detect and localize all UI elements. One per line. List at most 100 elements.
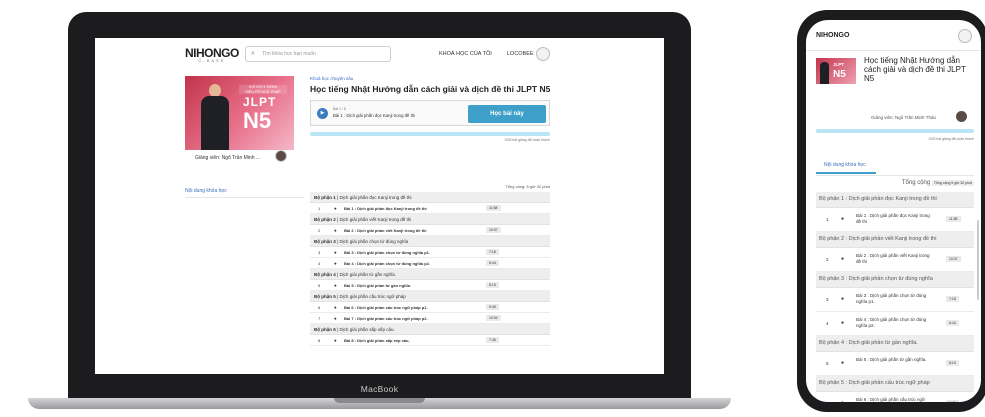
- user-avatar[interactable]: [536, 47, 550, 61]
- lesson-number: 1: [318, 206, 321, 211]
- curriculum-lesson-row[interactable]: 5 ● Bài 5 : Dịch giải phần từ gần nghĩa. 8:…: [310, 280, 550, 291]
- tab-course-content[interactable]: Nội dung khóa học: [185, 188, 305, 198]
- teacher-label: Giảng viên: Ngô Trần Minh ...: [195, 155, 261, 161]
- phone-banner-jlpt: JLPT: [833, 62, 845, 67]
- banner-level: N5: [243, 108, 272, 133]
- lesson-number: 7: [318, 316, 321, 321]
- phone-lesson-name: Bài 3 : Dịch giải phần chọn từ đúng nghĩ…: [856, 293, 927, 304]
- lesson-name: Bài 8 : Dịch giải phần sắp xếp câu.: [344, 338, 410, 343]
- instructor-figure: [199, 84, 231, 150]
- site-logo[interactable]: NIHONGO C-BASE: [185, 46, 239, 63]
- phone-curriculum-lesson-row[interactable]: 2 ● Bài 2 : Dịch giải phần viết Kanji tron…: [816, 248, 974, 272]
- lesson-name: Bài 5 : Dịch giải phần từ gần nghĩa.: [344, 283, 411, 288]
- curriculum-section[interactable]: Bộ phận 5 | Dịch giải phần cấu trúc ngữ …: [310, 291, 550, 302]
- search-icon: ⌕: [251, 50, 255, 57]
- phone-header-divider: [806, 50, 981, 51]
- lesson-number: 6: [318, 305, 321, 310]
- phone-total-duration: Tổng cộng Tổng cộng 5 giờ 32 phút: [816, 180, 974, 186]
- curriculum-lesson-row[interactable]: 1 ● Bài 1 : Dịch giải phần đọc Kanji trong…: [310, 203, 550, 214]
- phone-lesson-status-icon: ●: [841, 296, 845, 302]
- phone-total-label: Tổng cộng: [901, 180, 931, 186]
- phone-course-title: Học tiếng Nhật Hướng dẫn cách giải và dị…: [864, 56, 966, 83]
- banner-jlpt: JLPT: [243, 95, 277, 109]
- lesson-number: 3: [318, 250, 321, 255]
- curriculum-lesson-row[interactable]: 4 ● Bài 4 : Dịch giải phần chọn từ đúng ng…: [310, 258, 550, 269]
- lesson-duration: 7:46: [486, 337, 499, 343]
- curriculum-section[interactable]: Bộ phận 4 | Dịch giải phần từ gần nghĩa.: [310, 269, 550, 280]
- lesson-name: Bài 6 : Dịch giải phần cấu trúc ngữ pháp…: [344, 305, 428, 310]
- phone-curriculum-section[interactable]: Bộ phận 5 : Dịch giải phần cấu trúc ngữ …: [816, 376, 974, 392]
- curriculum-lesson-row[interactable]: 6 ● Bài 6 : Dịch giải phần cấu trúc ngữ ph…: [310, 302, 550, 313]
- phone-lesson-duration: 7:18: [946, 296, 959, 302]
- phone-course-banner: JLPT N5: [816, 58, 856, 84]
- phone-curriculum-lesson-row[interactable]: 5 ● Bài 5 : Dịch giải phần từ gần nghĩa. 8:…: [816, 352, 974, 376]
- my-courses-link[interactable]: KHOÁ HỌC CỦA TÔI: [439, 51, 492, 57]
- phone-curriculum-section[interactable]: Bộ phận 1 : Dịch giải phần đọc Kanji tro…: [816, 192, 974, 208]
- curriculum-section[interactable]: Bộ phận 3 | Dịch giải phần chọn từ đúng …: [310, 236, 550, 247]
- curriculum-lesson-row[interactable]: 3 ● Bài 3 : Dịch giải phần chọn từ đúng ng…: [310, 247, 550, 258]
- lesson-number: 8: [318, 338, 321, 343]
- phone-curriculum-section[interactable]: Bộ phận 2 : Dịch giải phần viết Kanji tr…: [816, 232, 974, 248]
- phone-lesson-duration: 9:45: [946, 400, 959, 402]
- lesson-status-icon: ●: [334, 228, 337, 233]
- lesson-status-icon: ●: [334, 206, 337, 211]
- course-category[interactable]: Khoá học chuyên sâu: [310, 76, 353, 81]
- phone-curriculum-lesson-row[interactable]: 4 ● Bài 4 : Dịch giải phần chọn từ đúng ng…: [816, 312, 974, 336]
- lesson-name: Bài 4 : Dịch giải phần chọn từ đúng nghĩ…: [344, 261, 431, 266]
- lesson-number: 5: [318, 283, 321, 288]
- curriculum-section[interactable]: Bộ phận 2 | Dịch giải phần viết Kanji tr…: [310, 214, 550, 225]
- curriculum-lesson-row[interactable]: 2 ● Bài 2 : Dịch giải phần viết Kanji tron…: [310, 225, 550, 236]
- phone-lesson-duration: 10:37: [946, 256, 961, 262]
- phone-curriculum-lesson-row[interactable]: 6 ● Bài 6 : Dịch giải phần cấu trúc ngữ ph…: [816, 392, 974, 402]
- search-input[interactable]: ⌕ Tìm khóa học bạn muốn: [245, 46, 391, 62]
- phone-lesson-duration: 6:44: [946, 320, 959, 326]
- lesson-name: Bài 2 : Dịch giải phần viết Kanji trong …: [344, 228, 427, 233]
- phone-lesson-status-icon: ●: [841, 320, 845, 326]
- lesson-duration: 7:18: [486, 249, 499, 255]
- phone-curriculum-section[interactable]: Bộ phận 3 : Dịch giải phần chọn từ đúng …: [816, 272, 974, 288]
- current-lesson-name: Bài 1 : Dịch giải phần đọc Kanji trong đ…: [333, 113, 416, 118]
- phone-lesson-status-icon: ●: [841, 256, 845, 262]
- phone-curriculum-lesson-row[interactable]: 1 ● Bài 1 : Dịch giải phần đọc Kanji trong…: [816, 208, 974, 232]
- lesson-name: Bài 1 : Dịch giải phần đọc Kanji trong đ…: [344, 206, 427, 211]
- phone-lesson-name: Bài 1 : Dịch giải phần đọc Kanji trong đ…: [856, 213, 930, 224]
- phone-progress-bar: [816, 129, 974, 133]
- lesson-duration: 11:58: [486, 205, 501, 211]
- play-icon[interactable]: ▶: [317, 108, 328, 119]
- learn-lesson-button[interactable]: Học bài này: [468, 105, 546, 123]
- phone-tab-divider: [816, 175, 974, 176]
- curriculum-section[interactable]: Bộ phận 1 | Dịch giải phần đọc Kanji tro…: [310, 192, 550, 203]
- lesson-name: Bài 3 : Dịch giải phần chọn từ đúng nghĩ…: [344, 250, 431, 255]
- phone-tab-course-content[interactable]: Nội dung khóa học: [816, 162, 876, 174]
- phone-teacher-label: Giảng viên: Ngô Trần Minh Thảo: [871, 115, 936, 120]
- user-name-link[interactable]: LOCOBEE: [507, 51, 534, 57]
- phone-scrollbar[interactable]: [977, 220, 979, 300]
- phone-total-value: Tổng cộng 5 giờ 32 phút: [931, 180, 974, 186]
- current-lesson-box: ▶ Bài 1 / 8 Bài 1 : Dịch giải phần đọc K…: [310, 100, 550, 126]
- phone-site-logo[interactable]: NIHONGO: [816, 32, 849, 39]
- phone-banner-level: N5: [833, 69, 846, 80]
- lesson-status-icon: ●: [334, 261, 337, 266]
- curriculum-section[interactable]: Bộ phận 6 | Dịch giải phần sắp xếp câu.: [310, 324, 550, 335]
- section-title: Bộ phận 3: [314, 239, 336, 244]
- laptop-screen: NIHONGO C-BASE ⌕ Tìm khóa học bạn muốn K…: [95, 38, 664, 374]
- course-progress-text: 0/25 bài giảng đã hoàn thành: [504, 138, 550, 142]
- phone-user-avatar[interactable]: [958, 29, 972, 43]
- lesson-duration: 9:45: [486, 304, 499, 310]
- section-title: Bộ phận 4: [314, 272, 336, 277]
- lesson-duration: 10:37: [486, 227, 501, 233]
- phone-curriculum-section[interactable]: Bộ phận 4 : Dịch giải phần từ gần nghĩa.: [816, 336, 974, 352]
- curriculum-lesson-row[interactable]: 7 ● Bài 7 : Dịch giải phần cấu trúc ngữ ph…: [310, 313, 550, 324]
- phone-curriculum-list: Bộ phận 1 : Dịch giải phần đọc Kanji tro…: [816, 192, 974, 402]
- phone-lesson-number: 6: [826, 401, 829, 402]
- course-title: Học tiếng Nhật Hướng dẫn cách giải và dị…: [310, 84, 551, 94]
- section-desc: Dịch giải phần sắp xếp câu.: [339, 327, 395, 332]
- section-desc: Dịch giải phần từ gần nghĩa.: [339, 272, 396, 277]
- teacher-avatar: [275, 150, 287, 162]
- curriculum-lesson-row[interactable]: 8 ● Bài 8 : Dịch giải phần sắp xếp câu. 7:4…: [310, 335, 550, 346]
- lesson-status-icon: ●: [334, 283, 337, 288]
- lesson-counter: Bài 1 / 8: [333, 107, 346, 111]
- phone-lesson-name: Bài 2 : Dịch giải phần viết Kanji trong …: [856, 253, 930, 264]
- phone-progress-text: 0/25 bài giảng đã hoàn thành: [928, 137, 974, 141]
- phone-curriculum-lesson-row[interactable]: 3 ● Bài 3 : Dịch giải phần chọn từ đúng ng…: [816, 288, 974, 312]
